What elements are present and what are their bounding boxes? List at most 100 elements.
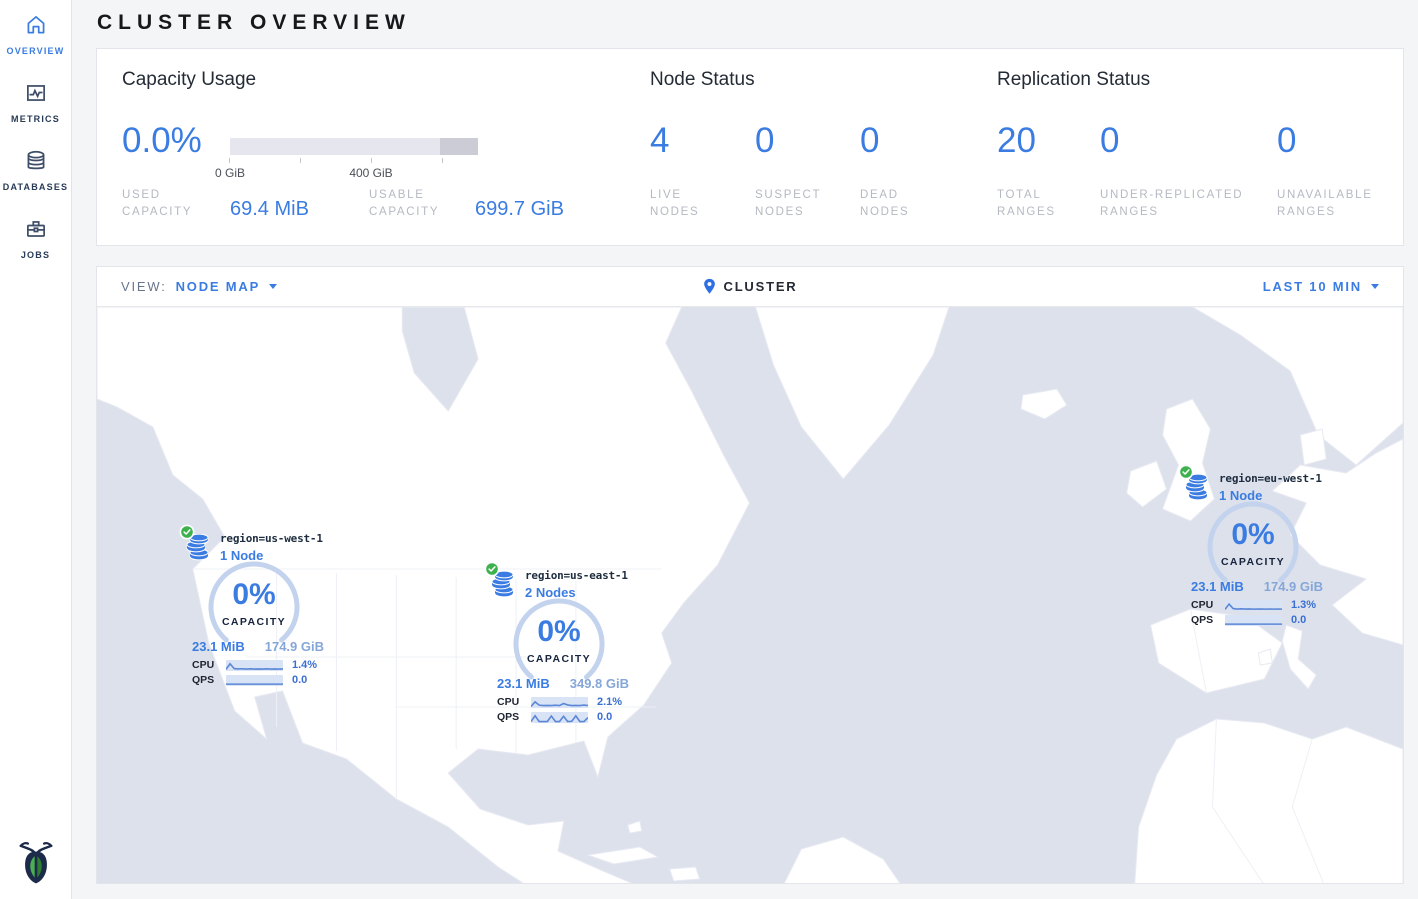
sidebar-item-metrics[interactable]: METRICS <box>0 80 71 124</box>
gauge-caption: CAPACITY <box>511 653 607 665</box>
used-capacity-value: 69.4 MiB <box>230 198 309 221</box>
map-toolbar: VIEW: NODE MAP CLUSTER LAST 10 MIN <box>97 267 1403 307</box>
chevron-down-icon <box>1371 284 1379 289</box>
locality-meta: region=us-west-1 1 Node <box>220 527 323 563</box>
locality-meta: region=us-east-1 2 Nodes <box>525 564 628 600</box>
sidebar-item-label: DATABASES <box>0 182 71 192</box>
sidebar-item-label: OVERVIEW <box>0 46 71 56</box>
gauge-percent: 0% <box>206 578 302 612</box>
nodes-icon <box>1183 467 1211 503</box>
stat-value: 0 <box>755 122 774 160</box>
qps-value: 0.0 <box>597 711 612 723</box>
time-range-value: LAST 10 MIN <box>1263 279 1362 294</box>
sidebar-item-databases[interactable]: DATABASES <box>0 148 71 192</box>
sidebar-item-jobs[interactable]: JOBS <box>0 216 71 260</box>
cpu-label: CPU <box>192 659 219 671</box>
app-root: OVERVIEW METRICS DATABASES JOBS <box>0 0 1418 884</box>
capacity-gauge: 0% CAPACITY <box>511 596 607 692</box>
cluster-summary-card: Capacity Usage 0.0% 0 GiB 400 GiB USED C… <box>96 48 1404 246</box>
gauge-caption: CAPACITY <box>206 616 302 628</box>
axis-tick <box>229 158 230 163</box>
stat-label: UNAVAILABLE RANGES <box>1277 187 1389 222</box>
qps-label: QPS <box>192 674 219 686</box>
stat-label: SUSPECT NODES <box>755 187 827 222</box>
stat-value: 20 <box>997 122 1036 160</box>
locality-meta: region=eu-west-1 1 Node <box>1219 467 1322 503</box>
replication-status-section: Replication Status 20 TOTAL RANGES 0 UND… <box>997 69 1383 245</box>
qps-value: 0.0 <box>292 674 307 686</box>
used-capacity-label: USED CAPACITY <box>122 187 222 222</box>
node-map: region=us-west-1 1 Node 0% CAPACITY 23.1… <box>97 307 1403 883</box>
capacity-gauge: 0% CAPACITY <box>1205 499 1301 595</box>
capacity-bar <box>230 138 478 155</box>
axis-tick-label: 400 GiB <box>341 166 401 180</box>
sidebar: OVERVIEW METRICS DATABASES JOBS <box>0 0 72 899</box>
qps-metric-row: QPS 0.0 <box>1191 614 1323 626</box>
cpu-sparkline <box>226 660 283 671</box>
axis-tick <box>442 158 443 163</box>
stat-value: 0 <box>860 122 879 160</box>
locality-card-us-west-1[interactable]: region=us-west-1 1 Node 0% CAPACITY 23.1… <box>184 527 324 686</box>
stat-label: DEAD NODES <box>860 187 912 222</box>
replication-status-title: Replication Status <box>997 69 1150 91</box>
stat-label: UNDER-REPLICATED RANGES <box>1100 187 1264 222</box>
cpu-metric-row: CPU 1.4% <box>192 659 324 671</box>
nodes-icon <box>489 564 517 600</box>
qps-label: QPS <box>497 711 524 723</box>
breadcrumb-label: CLUSTER <box>724 279 798 294</box>
nodes-icon <box>184 527 212 563</box>
cpu-metric-row: CPU 2.1% <box>497 696 629 708</box>
qps-metric-row: QPS 0.0 <box>192 674 324 686</box>
view-value: NODE MAP <box>176 279 260 294</box>
jobs-icon <box>0 216 71 244</box>
cpu-metric-row: CPU 1.3% <box>1191 599 1323 611</box>
node-map-card: VIEW: NODE MAP CLUSTER LAST 10 MIN <box>96 266 1404 884</box>
locality-region-label: region=us-west-1 <box>220 527 323 545</box>
qps-sparkline <box>1225 615 1282 626</box>
healthy-check-icon <box>1178 464 1194 480</box>
cpu-label: CPU <box>497 696 524 708</box>
axis-tick <box>371 158 372 163</box>
capacity-used-percent: 0.0% <box>122 122 202 160</box>
stat-value: 0 <box>1277 122 1296 160</box>
locality-card-eu-west-1[interactable]: region=eu-west-1 1 Node 0% CAPACITY 23.1… <box>1183 467 1323 626</box>
locality-card-us-east-1[interactable]: region=us-east-1 2 Nodes 0% CAPACITY 23.… <box>489 564 629 723</box>
gauge-percent: 0% <box>1205 518 1301 552</box>
qps-value: 0.0 <box>1291 614 1306 626</box>
qps-metric-row: QPS 0.0 <box>497 711 629 723</box>
stat-label: TOTAL RANGES <box>997 187 1069 222</box>
stat-value: 4 <box>650 122 669 160</box>
capacity-bar-reserved-segment <box>440 138 478 155</box>
view-label: VIEW: <box>121 279 167 294</box>
capacity-usage-section: Capacity Usage 0.0% 0 GiB 400 GiB USED C… <box>122 69 647 245</box>
locality-region-label: region=us-east-1 <box>525 564 628 582</box>
main-content: CLUSTER OVERVIEW Capacity Usage 0.0% 0 G… <box>72 0 1418 884</box>
view-selector-dropdown[interactable]: VIEW: NODE MAP <box>121 279 277 294</box>
home-icon <box>0 12 71 40</box>
qps-sparkline <box>531 712 588 723</box>
axis-tick <box>300 158 301 163</box>
time-range-selector[interactable]: LAST 10 MIN <box>1263 279 1379 294</box>
axis-tick-label: 0 GiB <box>200 166 260 180</box>
usable-capacity-label: USABLE CAPACITY <box>369 187 469 222</box>
cpu-value: 1.3% <box>1291 599 1316 611</box>
node-status-section: Node Status 4 LIVE NODES 0 SUSPECT NODES… <box>650 69 990 245</box>
metrics-icon <box>0 80 71 108</box>
map-pin-icon <box>703 278 717 295</box>
locality-region-label: region=eu-west-1 <box>1219 467 1322 485</box>
cockroachdb-logo[interactable] <box>17 840 55 889</box>
gauge-percent: 0% <box>511 615 607 649</box>
cpu-value: 1.4% <box>292 659 317 671</box>
qps-sparkline <box>226 675 283 686</box>
locality-breadcrumb[interactable]: CLUSTER <box>703 267 798 306</box>
cpu-sparkline <box>1225 600 1282 611</box>
qps-label: QPS <box>1191 614 1218 626</box>
usable-capacity-value: 699.7 GiB <box>475 198 564 221</box>
sidebar-item-label: JOBS <box>0 250 71 260</box>
cpu-value: 2.1% <box>597 696 622 708</box>
stat-value: 0 <box>1100 122 1119 160</box>
capacity-usage-title: Capacity Usage <box>122 69 256 91</box>
node-status-title: Node Status <box>650 69 755 91</box>
gauge-caption: CAPACITY <box>1205 556 1301 568</box>
sidebar-item-overview[interactable]: OVERVIEW <box>0 12 71 56</box>
